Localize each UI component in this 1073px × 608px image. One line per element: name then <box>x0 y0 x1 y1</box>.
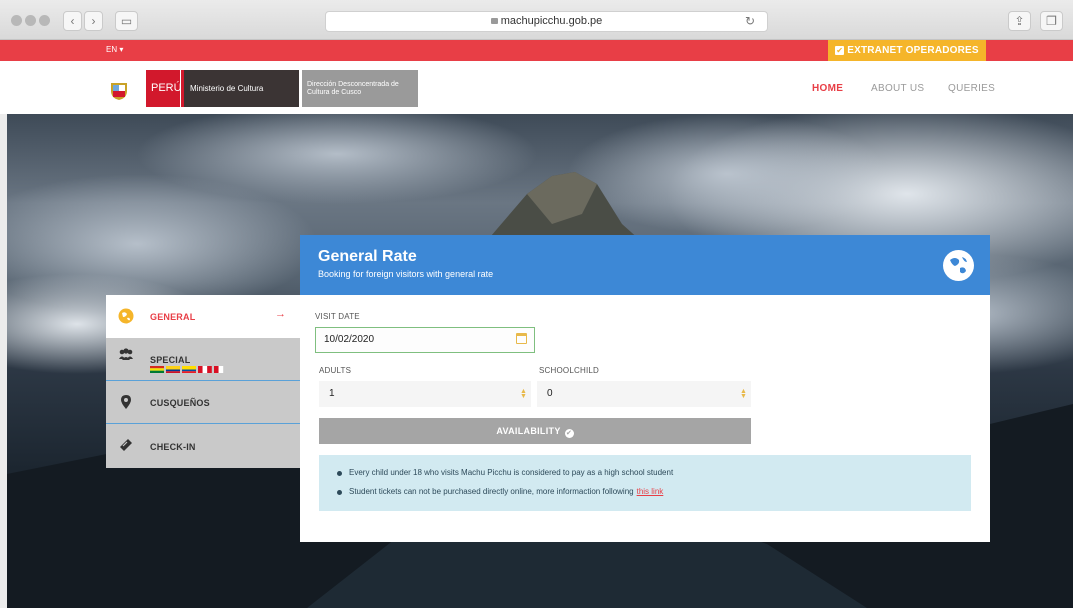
info-item: Student tickets can not be purchased dir… <box>349 487 663 496</box>
select-arrows-icon: ▲ ▼ <box>740 388 747 400</box>
schoolchild-label: SCHOOLCHILD <box>539 366 599 375</box>
sidebar-icon[interactable]: ▭ <box>115 11 138 31</box>
rate-panel-header: General Rate Booking for foreign visitor… <box>300 235 990 295</box>
nav-queries[interactable]: QUERIES <box>948 83 995 94</box>
visit-date-input[interactable]: 10/02/2020 <box>315 327 535 353</box>
coat-of-arms-icon <box>111 83 127 100</box>
panel-title: General Rate <box>318 248 417 265</box>
visit-date-label: VISIT DATE <box>315 312 360 321</box>
tab-special[interactable]: SPECIAL <box>106 338 300 381</box>
globe-icon <box>118 308 134 324</box>
tab-general[interactable]: GENERAL → <box>106 295 300 338</box>
availability-label: AVAILABILITY <box>496 426 561 436</box>
tab-check-in[interactable]: CHECK-IN <box>106 424 300 468</box>
globe-icon <box>943 250 974 281</box>
info-item-text: Student tickets can not be purchased dir… <box>349 487 634 496</box>
checkbox-icon: ✔ <box>835 46 845 55</box>
availability-button[interactable]: AVAILABILITY ✔ <box>319 418 751 444</box>
minimize-window-icon[interactable] <box>25 15 36 26</box>
extranet-button[interactable]: ✔ EXTRANET OPERADORES <box>828 40 986 61</box>
adults-label: ADULTS <box>319 366 352 375</box>
nav-about-us[interactable]: ABOUT US <box>871 83 924 94</box>
browser-toolbar: ‹ › ▭ machupicchu.gob.pe ↻ ⇪ ❐ <box>0 0 1073 40</box>
bullet-icon <box>337 471 342 476</box>
nav-home[interactable]: HOME <box>812 83 843 94</box>
ticket-icon <box>120 439 132 451</box>
language-selector[interactable]: EN ▾ <box>106 45 123 54</box>
info-item: Every child under 18 who visits Machu Pi… <box>349 468 674 477</box>
ddc-logo[interactable]: Dirección Desconcentrada de Cultura de C… <box>302 70 418 107</box>
tab-general-label: GENERAL <box>150 312 196 322</box>
schoolchild-select[interactable]: 0 <box>537 381 751 407</box>
ministry-logo[interactable]: Ministerio de Cultura <box>184 70 299 107</box>
tab-special-label: SPECIAL <box>150 355 191 365</box>
bullet-icon <box>337 490 342 495</box>
lock-icon <box>490 18 498 24</box>
address-bar[interactable]: machupicchu.gob.pe ↻ <box>325 11 768 32</box>
tab-check-in-label: CHECK-IN <box>150 442 196 452</box>
info-box: Every child under 18 who visits Machu Pi… <box>319 455 971 511</box>
andean-flags-icon <box>150 366 224 373</box>
url-text: machupicchu.gob.pe <box>500 15 603 27</box>
panel-subtitle: Booking for foreign visitors with genera… <box>318 269 494 279</box>
calendar-icon[interactable] <box>516 333 527 344</box>
tab-cusquenos[interactable]: CUSQUEÑOS <box>106 381 300 424</box>
check-circle-icon: ✔ <box>564 429 574 438</box>
adults-select[interactable]: 1 <box>319 381 531 407</box>
back-icon[interactable]: ‹ <box>63 11 82 31</box>
close-window-icon[interactable] <box>11 15 22 26</box>
reload-icon[interactable]: ↻ <box>745 12 755 31</box>
tabs-icon[interactable]: ❐ <box>1040 11 1063 31</box>
select-arrows-icon: ▲ ▼ <box>520 388 527 400</box>
arrow-right-icon: → <box>275 308 286 320</box>
tab-cusquenos-label: CUSQUEÑOS <box>150 398 210 408</box>
peru-logo[interactable]: PERÚ <box>146 70 184 107</box>
this-link[interactable]: this link <box>637 487 664 496</box>
maximize-window-icon[interactable] <box>39 15 50 26</box>
extranet-label: EXTRANET OPERADORES <box>847 45 979 56</box>
logo-divider <box>180 70 181 107</box>
share-icon[interactable]: ⇪ <box>1008 11 1031 31</box>
group-icon <box>119 348 133 360</box>
map-pin-icon <box>121 395 131 409</box>
forward-icon[interactable]: › <box>84 11 103 31</box>
